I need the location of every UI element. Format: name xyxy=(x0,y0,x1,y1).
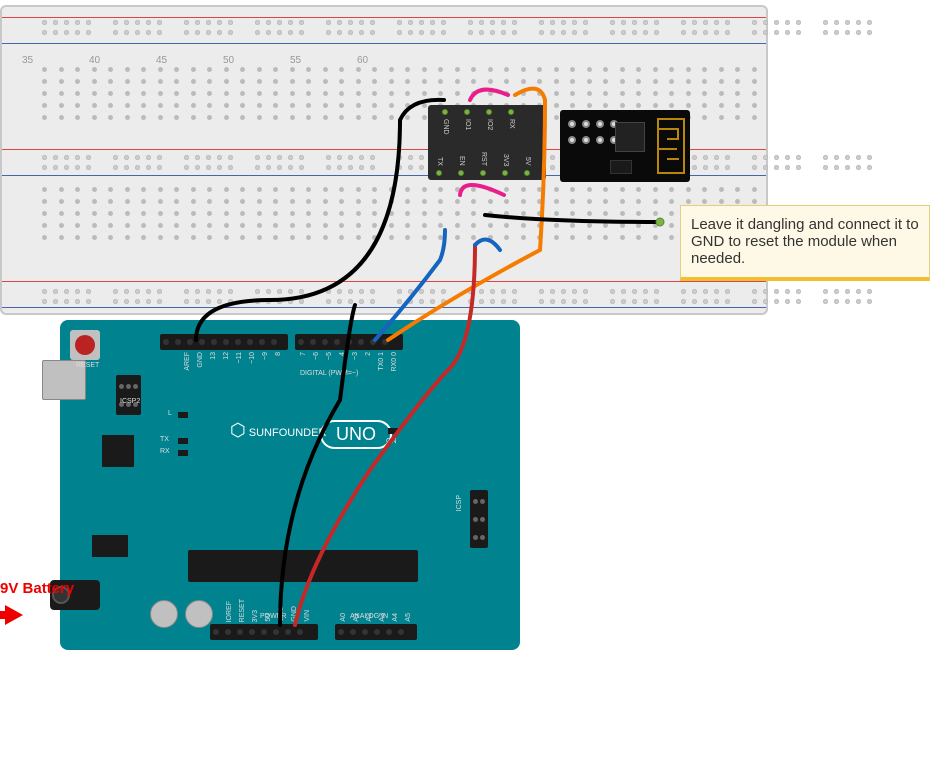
on-led-label: ON xyxy=(386,438,397,445)
pin-~10: ~10 xyxy=(249,352,256,364)
pin-2: 2 xyxy=(365,352,372,356)
bb-col-50: 50 xyxy=(223,55,234,66)
bb-col-55: 55 xyxy=(290,55,301,66)
capacitor-2 xyxy=(185,600,213,628)
board-name-badge: UNO xyxy=(320,420,392,449)
pin-a4: A4 xyxy=(392,613,399,622)
pin-label-en: EN xyxy=(458,156,465,166)
pin-vin: VIN xyxy=(304,610,311,622)
pin-7: 7 xyxy=(300,352,307,356)
pin-label-io2: IO2 xyxy=(486,119,493,130)
pin-4: 4 xyxy=(339,352,346,356)
pin-tx01: TX0 1 xyxy=(378,352,385,371)
bb-col-35: 35 xyxy=(22,55,33,66)
pin-12: 12 xyxy=(223,352,230,360)
esp-chip-icon xyxy=(615,122,645,152)
digital-header-right[interactable] xyxy=(295,334,403,350)
pin-rx00: RX0 0 xyxy=(391,352,398,371)
atmega16u2-chip xyxy=(102,435,134,467)
pin-label-3v3: 3V3 xyxy=(502,154,509,166)
bb-col-45: 45 xyxy=(156,55,167,66)
digital-label: DIGITAL (PWM=~) xyxy=(300,370,358,377)
esp-flash-chip xyxy=(610,160,632,174)
pin-gnd: GND xyxy=(291,606,298,622)
pin-reset: RESET xyxy=(239,599,246,622)
brand-label: ⬡ SUNFOUNDER xyxy=(230,420,326,441)
pin-label-io1: IO1 xyxy=(464,119,471,130)
pin-a1: A1 xyxy=(353,613,360,622)
atmega328-chip xyxy=(188,550,418,582)
esp8266-module xyxy=(560,110,690,182)
battery-label: 9V Battery xyxy=(0,580,74,597)
pin-6: ~6 xyxy=(313,352,320,360)
arduino-uno-board: RESET ICSP2 DIGITAL (PWM=~) L TX RX ⬡ SU… xyxy=(60,320,520,650)
icsp-label: ICSP xyxy=(456,495,463,511)
pin-a5: A5 xyxy=(405,613,412,622)
icsp2-label: ICSP2 xyxy=(120,398,140,405)
pin-gnd: GND xyxy=(197,352,204,368)
esp8266-adapter-module: GND IO1 IO2 RX TX EN RST 3V3 5V xyxy=(428,105,546,180)
battery-arrow-icon xyxy=(5,605,23,625)
pin-5: ~5 xyxy=(326,352,333,360)
pin-a2: A2 xyxy=(366,613,373,622)
pin-label-5v: 5V xyxy=(524,157,531,166)
pin-label-tx: TX xyxy=(436,157,443,166)
reset-label: RESET xyxy=(76,362,99,369)
pin-~9: ~9 xyxy=(262,352,269,360)
digital-header-left[interactable] xyxy=(160,334,288,350)
voltage-regulator xyxy=(92,535,128,557)
pin-3v3: 3V3 xyxy=(252,610,259,622)
capacitor-1 xyxy=(150,600,178,628)
pin-ioref: IOREF xyxy=(226,601,233,622)
bb-col-60: 60 xyxy=(357,55,368,66)
led-tx-label: TX xyxy=(160,436,169,443)
pin-label-gnd: GND xyxy=(442,119,449,135)
pin-13: 13 xyxy=(210,352,217,360)
pin-~11: ~11 xyxy=(236,352,243,363)
reset-button[interactable] xyxy=(70,330,100,360)
power-header[interactable] xyxy=(210,624,318,640)
icsp-header[interactable] xyxy=(470,490,488,548)
pin-aref: AREF xyxy=(184,352,191,371)
pin-8: 8 xyxy=(275,352,282,356)
pin-5v: 5V xyxy=(265,613,272,622)
bb-col-40: 40 xyxy=(89,55,100,66)
led-l-label: L xyxy=(168,410,172,417)
pin-label-rst: RST xyxy=(480,152,487,166)
pin-a0: A0 xyxy=(340,613,347,622)
pin-label-rx: RX xyxy=(508,119,515,129)
analog-header[interactable] xyxy=(335,624,417,640)
pin-a3: A3 xyxy=(379,613,386,622)
pin-gnd: GND xyxy=(278,606,285,622)
pin-3: ~3 xyxy=(352,352,359,360)
annotation-note: Leave it dangling and connect it to GND … xyxy=(680,205,930,281)
led-rx-label: RX xyxy=(160,448,170,455)
wifi-antenna-icon xyxy=(657,118,685,174)
icsp2-header[interactable] xyxy=(116,375,141,415)
